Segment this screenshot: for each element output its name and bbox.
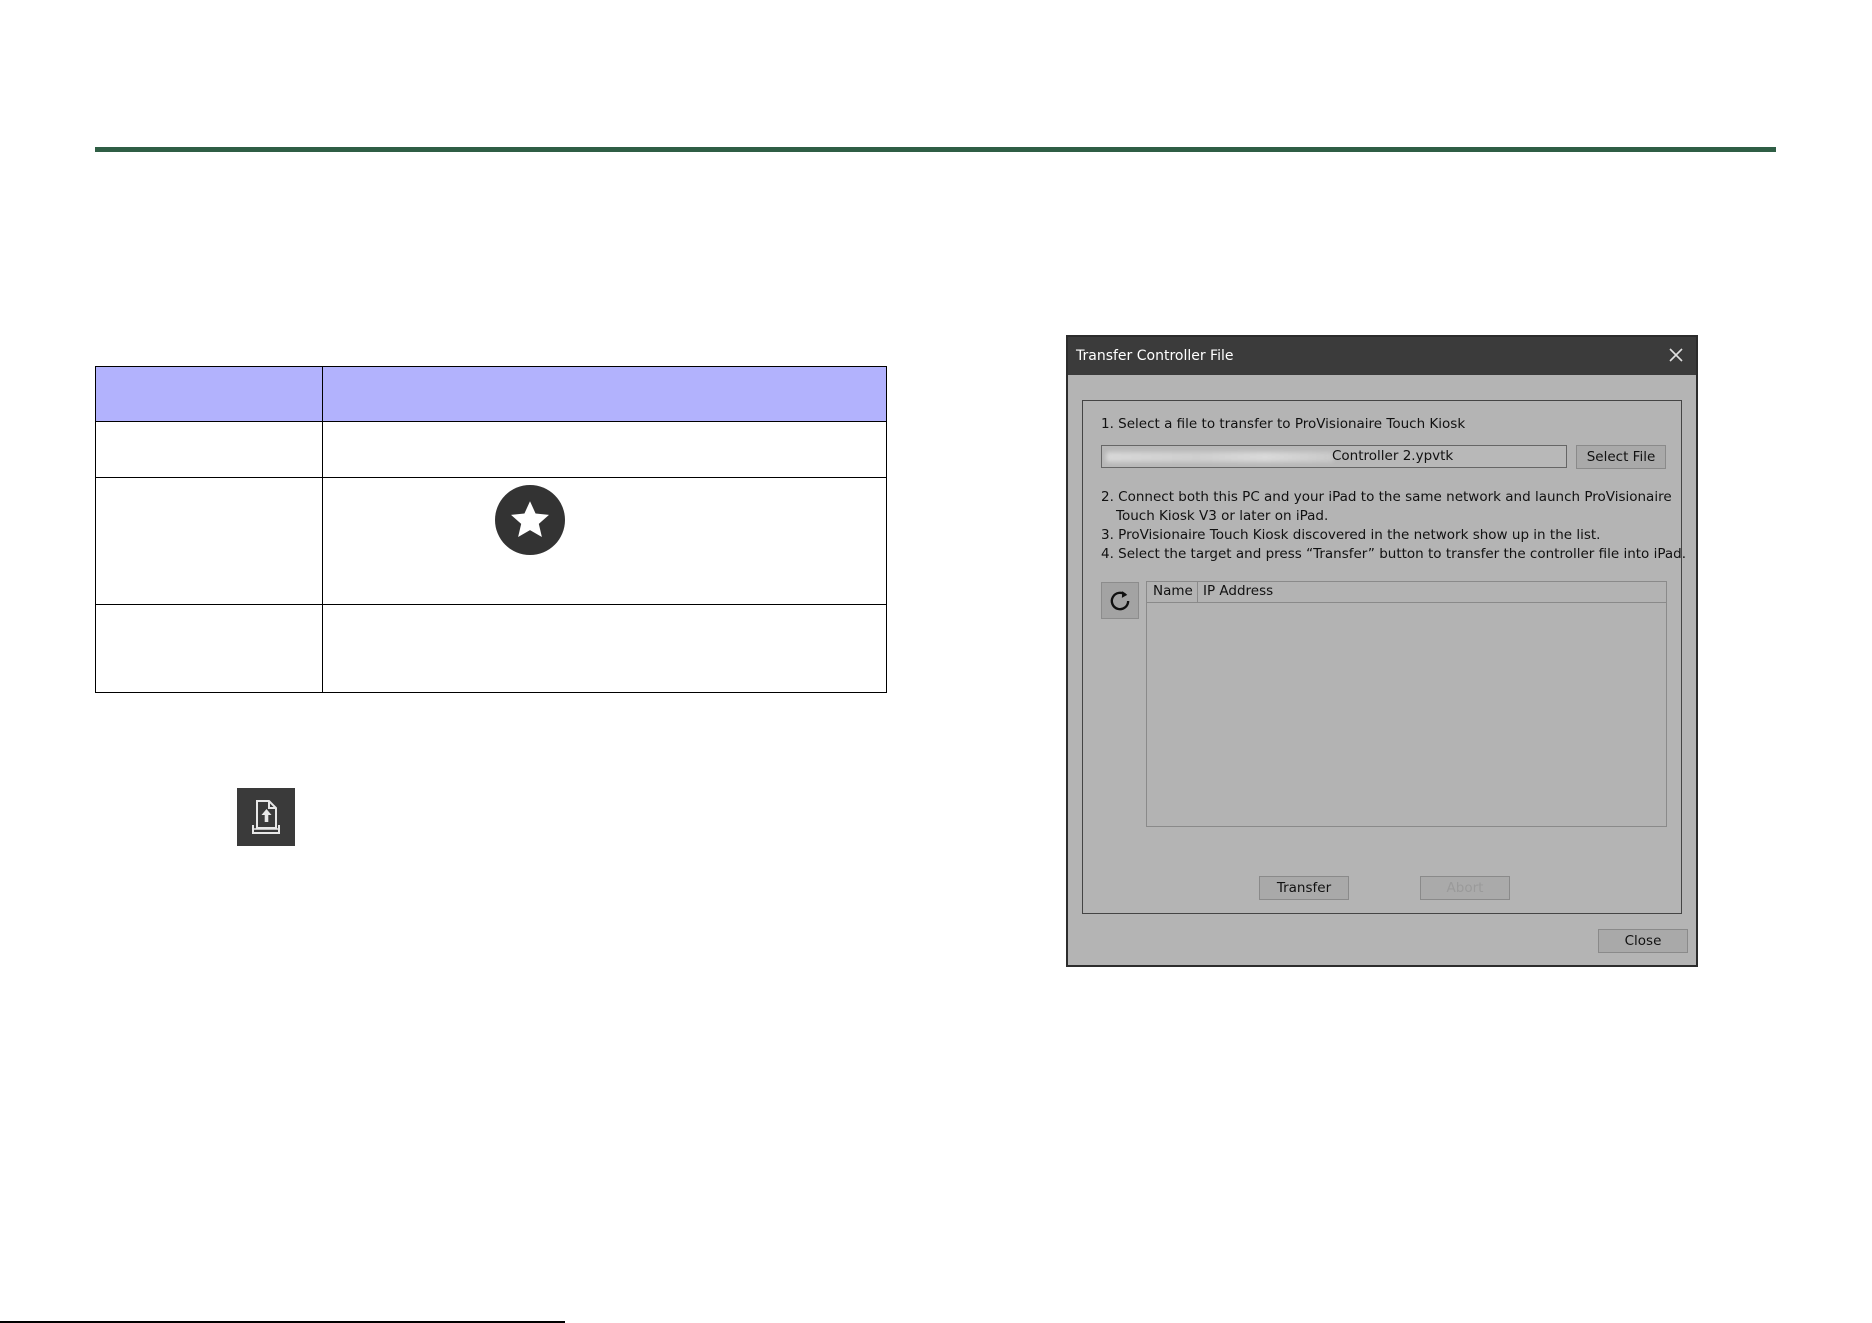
table-cell [322,604,887,693]
info-table [95,366,887,693]
column-name-header[interactable]: Name [1153,582,1198,602]
transfer-controller-file-dialog: Transfer Controller File 1. Select a fil… [1066,335,1698,967]
table-cell [95,420,323,479]
table-cell [322,477,887,606]
table-cell [322,420,887,479]
blurred-path [1106,452,1334,462]
top-divider [95,147,1776,152]
step-2-text: 2. Connect both this PC and your iPad to… [1101,489,1672,505]
table-header-cell [95,366,323,422]
table-cell [95,477,323,606]
transfer-button[interactable]: Transfer [1259,876,1349,900]
select-file-button[interactable]: Select File [1576,445,1666,469]
close-button[interactable]: Close [1598,929,1688,953]
abort-button[interactable]: Abort [1420,876,1510,900]
step-4-text: 4. Select the target and press “Transfer… [1101,546,1687,562]
file-name: Controller 2.ypvtk [1332,448,1454,464]
table-row [95,420,887,479]
close-icon[interactable] [1666,345,1686,365]
column-ip-address-header[interactable]: IP Address [1203,582,1273,601]
refresh-button[interactable] [1101,582,1139,619]
file-path-field[interactable]: Controller 2.ypvtk [1101,445,1567,468]
kiosk-list[interactable]: Name IP Address [1146,581,1667,827]
list-header: Name IP Address [1147,582,1666,603]
table-header-row [95,366,887,422]
dialog-titlebar: Transfer Controller File [1068,337,1696,375]
table-row [95,604,887,693]
transfer-panel: 1. Select a file to transfer to ProVisio… [1082,400,1686,914]
step-3-text: 3. ProVisionaire Touch Kiosk discovered … [1101,527,1601,543]
table-cell [95,604,323,693]
refresh-icon [1110,590,1130,610]
upload-file-icon [237,788,295,846]
step-1-text: 1. Select a file to transfer to ProVisio… [1101,416,1466,432]
dialog-title: Transfer Controller File [1076,348,1234,364]
table-row [95,477,887,606]
star-badge-icon [495,485,565,556]
step-2-text-cont: Touch Kiosk V3 or later on iPad. [1116,508,1329,524]
table-header-cell [322,366,887,422]
